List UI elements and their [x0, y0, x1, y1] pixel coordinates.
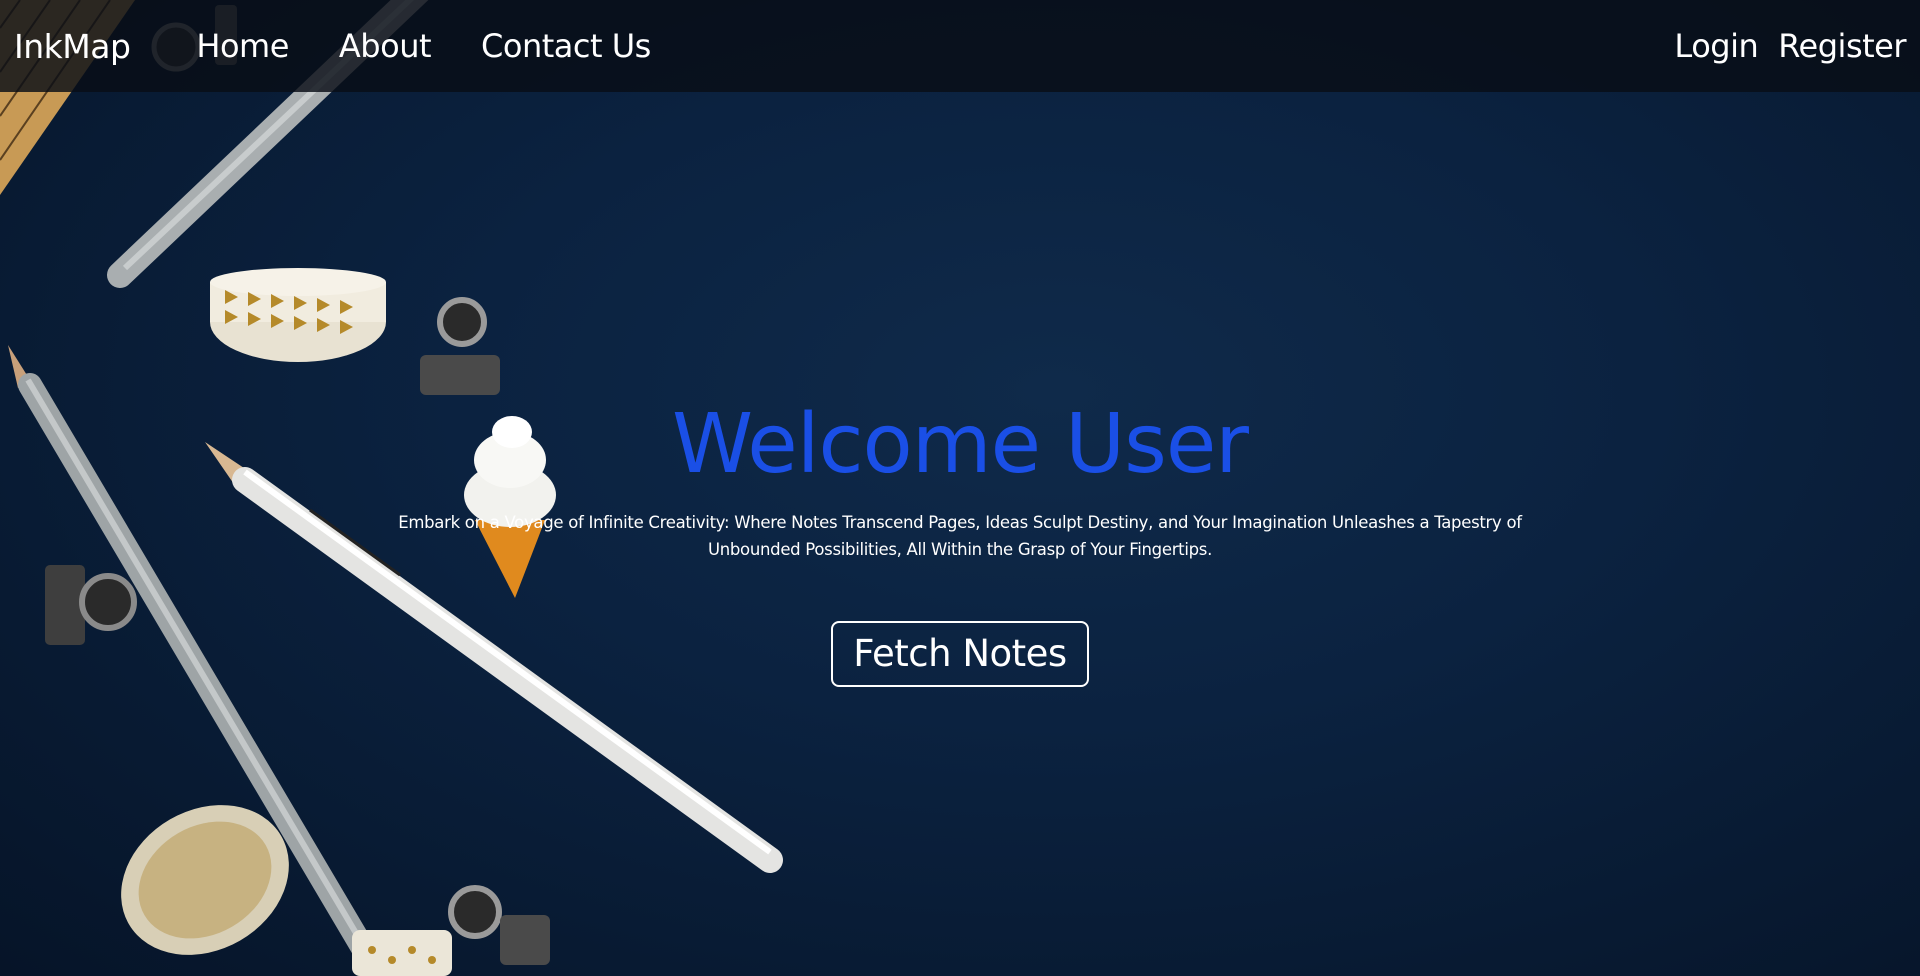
washi-tape-icon — [210, 268, 386, 362]
primary-nav: Home About Contact Us — [196, 27, 700, 65]
nav-link-contact-us[interactable]: Contact Us — [481, 27, 651, 65]
binder-clip-icon — [420, 297, 500, 395]
register-link[interactable]: Register — [1778, 27, 1906, 65]
login-link[interactable]: Login — [1674, 27, 1758, 65]
washi-tape-icon — [352, 930, 452, 976]
top-navbar: InkMap Home About Contact Us Login Regis… — [0, 0, 1920, 92]
nav-link-about[interactable]: About — [339, 27, 432, 65]
hero-tagline: Embark on a Voyage of Infinite Creativit… — [398, 513, 1522, 559]
brand-logo-link[interactable]: InkMap — [14, 27, 131, 66]
nav-link-home[interactable]: Home — [196, 27, 289, 65]
fetch-notes-button[interactable]: Fetch Notes — [831, 621, 1089, 687]
hero-section: Welcome User Embark on a Voyage of Infin… — [0, 395, 1920, 687]
landing-page: InkMap Home About Contact Us Login Regis… — [0, 0, 1920, 976]
welcome-heading: Welcome User — [671, 397, 1249, 492]
binder-clip-icon — [448, 885, 550, 965]
auth-nav: Login Register — [1654, 27, 1906, 65]
